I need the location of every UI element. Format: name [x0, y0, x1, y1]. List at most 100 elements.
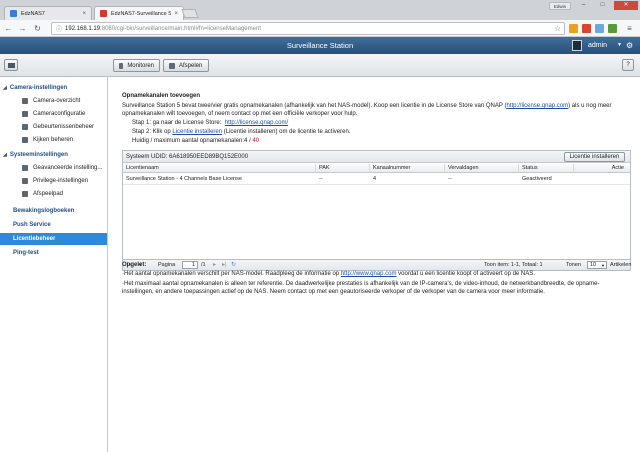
- app-title: Surveillance Station: [286, 41, 354, 50]
- new-tab-button[interactable]: [181, 9, 199, 18]
- column-license-name[interactable]: Licentienaam: [123, 164, 316, 173]
- sidebar-item-surveillance-logs[interactable]: Bewakingslogboeken: [0, 205, 107, 217]
- install-license-link[interactable]: Licentie installeren: [172, 129, 222, 135]
- maximize-icon[interactable]: □: [594, 1, 611, 10]
- sidebar-item-event-management[interactable]: Gebeurtenissenbeheer: [22, 124, 94, 130]
- collapse-triangle-icon[interactable]: ◢: [3, 85, 7, 91]
- qnap-website-link[interactable]: http://www.qnap.com: [341, 271, 397, 277]
- column-pak[interactable]: PAK: [316, 164, 370, 173]
- grid-icon: [8, 63, 15, 68]
- license-table-header: Licentienaam PAK Kanaalnummer Vervaldage…: [123, 164, 630, 173]
- user-icon: [22, 178, 28, 184]
- browser-toolbar: ← → ↻ ⓘ 192.168.1.19:8080/cgi-bin/survei…: [0, 20, 640, 37]
- page-title: Opnamekanalen toevoegen: [122, 93, 201, 99]
- table-row[interactable]: Surveillance Station - 4 Channels Base L…: [123, 174, 630, 185]
- back-icon[interactable]: ←: [3, 23, 14, 34]
- app-header: Surveillance Station admin ▼ ⚙: [0, 37, 640, 54]
- item-summary: Toon item: 1-1, Totaal: 1: [484, 262, 543, 268]
- event-icon: [22, 124, 28, 130]
- sidebar-item-ping-test[interactable]: Ping-test: [0, 247, 107, 259]
- folder-icon: [22, 191, 28, 197]
- sidebar: ◢ Camera-instellingen Camera-overzicht Ca…: [0, 77, 108, 452]
- refresh-icon[interactable]: ↻: [231, 260, 236, 270]
- evernote-extension-icon[interactable]: [608, 24, 617, 33]
- sidebar-item-camera-config[interactable]: Cameraconfiguratie: [22, 111, 85, 117]
- sidebar-item-privilege-settings[interactable]: Privilege-instellingen: [22, 178, 88, 184]
- layout-toggle-button[interactable]: [4, 59, 18, 71]
- camera-list-icon: [22, 98, 28, 104]
- browser-tabstrip: EdzNAS7 × EdzNAS7-Surveillance St × Edwi…: [0, 0, 640, 20]
- status-cell: Geactiveerd: [522, 176, 552, 182]
- bookmark-star-icon[interactable]: ☆: [554, 23, 561, 35]
- surveillance-favicon-icon: [100, 10, 107, 17]
- column-status[interactable]: Status: [519, 164, 574, 173]
- app-toolbar: Monitoren Afspelen ?: [0, 54, 640, 77]
- sidebar-item-playback-path[interactable]: Afspeelpad: [22, 191, 63, 197]
- help-button[interactable]: ?: [622, 59, 634, 71]
- items-label: Artikelen: [610, 262, 632, 268]
- browser-tab-surveillance[interactable]: EdzNAS7-Surveillance St ×: [94, 6, 184, 20]
- sidebar-group-system-settings[interactable]: ◢ Systeeminstellingen: [3, 152, 68, 158]
- minimize-icon[interactable]: –: [575, 1, 592, 10]
- intro-text: Surveillance Station 5 bevat twee/vier g…: [122, 103, 612, 117]
- page-total: /1: [201, 262, 206, 268]
- last-page-icon[interactable]: ▸|: [222, 260, 227, 270]
- profile-chip[interactable]: Edwin: [549, 2, 571, 10]
- monitor-button[interactable]: Monitoren: [113, 59, 160, 72]
- browser-menu-icon[interactable]: ≡: [624, 23, 635, 34]
- extension-icon[interactable]: [569, 24, 578, 33]
- note-1: ·Het aantal opnamekanalen verschilt per …: [122, 271, 535, 277]
- notes-title: Opgelet:: [122, 262, 147, 268]
- collapse-triangle-icon[interactable]: ◢: [3, 152, 7, 158]
- install-license-button[interactable]: Licentie installeren: [564, 152, 625, 162]
- camera-config-icon: [22, 111, 28, 117]
- note-2: ·Het maximaal aantal opnamekanalen is al…: [122, 281, 600, 295]
- browser-tab-edznas7[interactable]: EdzNAS7 ×: [4, 6, 92, 20]
- wrench-icon: [22, 165, 28, 171]
- nas-favicon-icon: [10, 10, 17, 17]
- show-label: Tonen: [566, 262, 581, 268]
- sidebar-item-camera-overview[interactable]: Camera-overzicht: [22, 98, 80, 104]
- license-table-toolbar: Systeem UDID: 6A618950EED89BQ152E000 Lic…: [123, 151, 630, 163]
- action-cell: [574, 174, 630, 185]
- address-bar[interactable]: ⓘ 192.168.1.19:8080/cgi-bin/surveillance…: [51, 22, 565, 35]
- page-number-input[interactable]: 1: [182, 261, 198, 269]
- step-1: Stap 1: ga naar de License Store: http:/…: [132, 120, 289, 126]
- reload-icon[interactable]: ↻: [32, 23, 43, 34]
- gear-icon[interactable]: ⚙: [626, 37, 633, 54]
- playback-button[interactable]: Afspelen: [163, 59, 209, 72]
- office-extension-icon[interactable]: [582, 24, 591, 33]
- sidebar-group-camera-settings[interactable]: ◢ Camera-instellingen: [3, 85, 67, 91]
- monitor-icon: [119, 62, 124, 69]
- license-store-step-link[interactable]: http://license.qnap.com/: [225, 120, 288, 126]
- license-name-cell: Surveillance Station - 4 Channels Base L…: [126, 176, 242, 182]
- user-menu[interactable]: admin: [588, 37, 607, 54]
- page-info-icon[interactable]: ⓘ: [56, 24, 62, 33]
- play-icon: [169, 62, 175, 69]
- forward-icon[interactable]: →: [17, 23, 28, 34]
- items-per-page-select[interactable]: 10 ▼: [587, 261, 607, 269]
- close-tab-icon[interactable]: ×: [82, 11, 86, 17]
- close-window-icon[interactable]: ✕: [614, 1, 638, 10]
- chevron-down-icon: ▼: [601, 263, 605, 268]
- license-store-link[interactable]: http://license.qnap.com: [506, 103, 568, 109]
- column-expiry[interactable]: Vervaldagen: [445, 164, 519, 173]
- avatar[interactable]: [572, 40, 582, 51]
- chevron-down-icon[interactable]: ▼: [617, 37, 622, 54]
- sidebar-item-view-management[interactable]: Kijken beheren: [22, 137, 73, 143]
- cast-extension-icon[interactable]: [595, 24, 604, 33]
- sidebar-item-push-service[interactable]: Push Service: [0, 219, 107, 231]
- expiry-cell: --: [448, 176, 452, 182]
- close-tab-icon[interactable]: ×: [174, 11, 178, 17]
- step-2: Stap 2: Klik op Licentie installeren (Li…: [132, 129, 351, 135]
- license-table: Systeem UDID: 6A618950EED89BQ152E000 Lic…: [122, 150, 631, 260]
- column-action[interactable]: Actie: [574, 164, 630, 173]
- channels-cell: 4: [373, 176, 377, 182]
- system-udid: Systeem UDID: 6A618950EED89BQ152E000: [126, 154, 249, 160]
- sidebar-item-license-management[interactable]: Licentiebeheer: [0, 233, 107, 245]
- pak-cell: --: [319, 176, 323, 182]
- channel-count: Huidig / maximum aantal opnamekanalen:4 …: [132, 138, 260, 144]
- column-channel-number[interactable]: Kanaalnummer: [370, 164, 445, 173]
- sidebar-item-advanced-settings[interactable]: Geavanceerde instelling...: [22, 165, 102, 171]
- next-page-icon[interactable]: ▸: [213, 260, 216, 270]
